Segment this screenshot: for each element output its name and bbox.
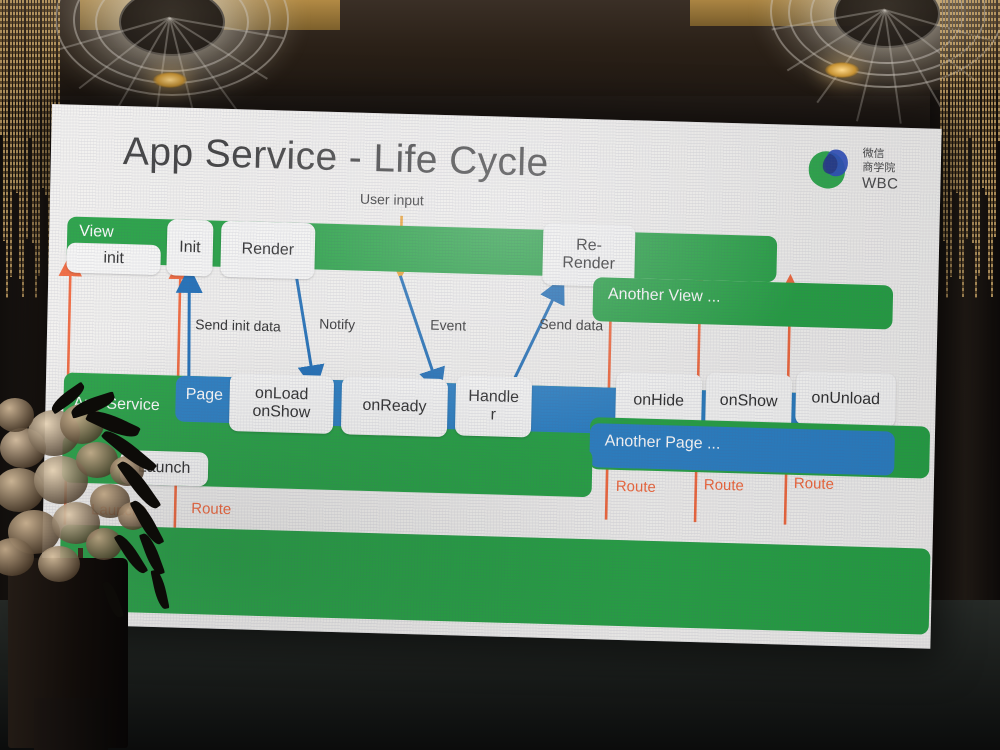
node-render[interactable]: Render	[220, 220, 316, 280]
flower-pedestal	[34, 698, 108, 750]
node-handler[interactable]: Handle r	[454, 375, 533, 438]
annotation-route-2: Route	[615, 477, 656, 496]
node-init[interactable]: Init	[166, 219, 214, 277]
node-handler-line2: r	[490, 406, 497, 424]
band-label-another-view: Another View ...	[607, 285, 721, 306]
annotation-route-3: Route	[703, 476, 745, 495]
node-onload-onshow[interactable]: onLoad onShow	[228, 373, 335, 434]
node-handler-line1: Handle	[468, 387, 520, 407]
node-onunload[interactable]: onUnload	[795, 370, 897, 428]
annotation-send-init-data: Send init data	[195, 316, 282, 335]
node-re-render-line2: Render	[562, 254, 616, 273]
annotation-notify: Notify	[319, 315, 356, 333]
annotation-user-input: User input	[359, 190, 424, 209]
node-view-init[interactable]: init	[66, 242, 161, 276]
node-onready[interactable]: onReady	[340, 376, 449, 438]
band-label-view: View	[79, 222, 114, 241]
node-onshow-page: onShow	[252, 402, 311, 422]
floral-arrangement	[0, 381, 205, 750]
node-re-render-line1: Re-	[575, 236, 603, 255]
annotation-event: Event	[430, 316, 467, 334]
band-label-another-page: Another Page ...	[604, 432, 721, 453]
node-onload: onLoad	[254, 384, 309, 404]
annotation-route-4: Route	[793, 474, 835, 493]
annotation-send-data: Send data	[539, 315, 604, 334]
